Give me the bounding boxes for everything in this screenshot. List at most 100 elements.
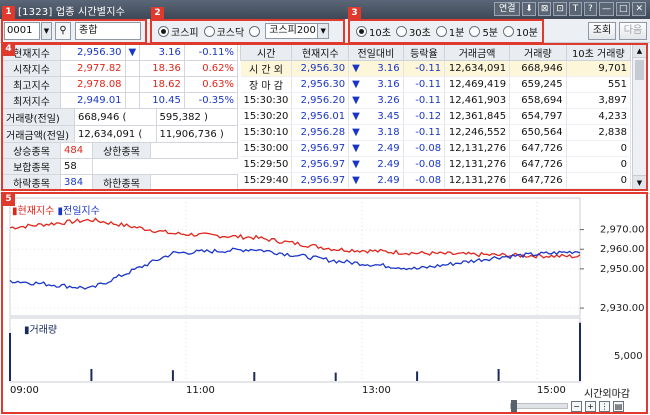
row-volume: 647,726 xyxy=(509,156,567,173)
down-arrow-icon: ▼ xyxy=(352,111,360,122)
summary-arrow xyxy=(124,76,141,93)
table-row[interactable]: 15:30:30 2,956.20 ▼ 3.26 -0.11 12,461,903 658,… xyxy=(240,92,632,109)
settings-icon[interactable]: ▤ xyxy=(613,400,624,412)
time-tick: 15:00 xyxy=(537,385,566,396)
help-icon[interactable]: ? xyxy=(583,2,597,16)
volume-bar xyxy=(579,322,581,381)
summary-row: 최고지수 2,978.08 18.62 0.63% xyxy=(2,76,239,93)
col-10s-volume[interactable]: 10초 거래량 xyxy=(565,44,632,61)
row-time: 시 간 외 xyxy=(240,60,293,77)
table-header-row: 시간 현재지수 전일대비 등락율 거래금액 거래량 10초 거래량 xyxy=(239,44,632,61)
search-icon[interactable]: ⚲ xyxy=(55,22,71,40)
col-volume[interactable]: 거래량 xyxy=(509,44,567,61)
radio-dot xyxy=(435,25,447,37)
row-diff-value: 2.49 xyxy=(377,143,400,154)
minimize-icon[interactable]: — xyxy=(598,2,614,16)
index-select[interactable]: 코스피200 ▼ xyxy=(265,23,330,39)
summary-label: 최고지수 xyxy=(2,76,61,93)
breadth-label-2: 하한종목 xyxy=(92,174,151,191)
zoom-in-icon[interactable]: + xyxy=(585,400,596,412)
table-row[interactable]: 15:29:40 2,956.97 ▼ 2.49 -0.08 12,131,276 647,… xyxy=(240,172,632,189)
volume-value: 668,946 ( xyxy=(74,108,157,126)
row-volume: 668,946 xyxy=(509,60,567,77)
volume-bar xyxy=(253,372,256,381)
row-index: 2,956.97 xyxy=(291,140,350,157)
code-dropdown-button[interactable]: ▼ xyxy=(41,22,52,40)
download-icon[interactable]: ⬇ xyxy=(522,2,536,16)
col-diff[interactable]: 전일대비 xyxy=(348,44,404,61)
table-row[interactable]: 15:30:10 2,956.28 ▼ 3.18 -0.11 12,246,552 650,… xyxy=(240,124,632,141)
down-arrow-icon: ▼ xyxy=(352,127,360,138)
breadth-value-2 xyxy=(150,174,238,191)
badge-4: 4 xyxy=(2,43,15,56)
col-amount[interactable]: 거래금액 xyxy=(444,44,511,61)
slider-knob[interactable] xyxy=(511,400,517,412)
toolbar: 0001 ▼ ⚲ 종합 코스피 코스닥 코스피200 ▼ 10초 30초 1분 … xyxy=(0,19,650,43)
table-scrollbar[interactable]: ▲ ▼ xyxy=(632,44,646,189)
radio-dot xyxy=(469,25,481,37)
row-amount: 12,461,903 xyxy=(444,92,511,109)
query-button[interactable]: 조회 xyxy=(588,22,616,40)
col-index[interactable]: 현재지수 xyxy=(291,44,350,61)
radio-10s[interactable]: 10초 xyxy=(356,24,391,39)
down-arrow-icon: ▼ xyxy=(352,143,360,154)
row-diff-value: 3.26 xyxy=(377,95,400,106)
row-diff-value: 3.18 xyxy=(377,127,400,138)
print-icon[interactable]: ⊠ xyxy=(537,2,552,16)
row-amount: 12,246,552 xyxy=(444,124,511,141)
row-time: 장 마 감 xyxy=(240,76,293,93)
breadth-value: 484 xyxy=(60,142,93,159)
scroll-down-icon[interactable]: ▼ xyxy=(633,175,646,189)
scroll-up-icon[interactable]: ▲ xyxy=(633,44,646,58)
row-10s-volume: 0 xyxy=(566,140,632,157)
zoom-out-icon[interactable]: − xyxy=(571,400,582,412)
row-time: 15:29:40 xyxy=(240,172,293,189)
bar-chart-icon[interactable]: ⋮ xyxy=(599,400,610,412)
amount-value: 12,634,091 ( xyxy=(74,125,157,143)
radio-dot xyxy=(158,25,169,37)
row-diff: ▼ 3.16 xyxy=(348,76,404,93)
intraday-chart[interactable]: 2,970.00 2,960.00 2,950.00 2,930.00 5,000 xyxy=(0,193,650,415)
row-amount: 12,361,845 xyxy=(444,108,511,125)
col-time[interactable]: 시간 xyxy=(239,44,293,61)
index-name-field: 종합 xyxy=(75,22,141,40)
breadth-label: 상승종목 xyxy=(2,142,61,159)
y-tick-label: 2,930.00 xyxy=(600,303,645,314)
zoom-slider[interactable] xyxy=(510,400,568,412)
radio-10m[interactable]: 10분 xyxy=(503,24,538,39)
radio-kosdaq[interactable]: 코스닥 xyxy=(203,24,244,39)
radio-5m[interactable]: 5분 xyxy=(469,24,498,39)
table-row[interactable]: 15:30:20 2,956.01 ▼ 3.45 -0.12 12,361,845 654,… xyxy=(240,108,632,125)
table-row[interactable]: 시 간 외 2,956.30 ▼ 3.16 -0.11 12,634,091 668,946… xyxy=(240,60,632,77)
row-volume: 647,726 xyxy=(509,172,567,189)
volume-panel-frame xyxy=(9,317,581,383)
volume-label: 거래량(전일) xyxy=(2,108,75,126)
table-row[interactable]: 15:29:50 2,956.97 ▼ 2.49 -0.08 12,131,276 647,… xyxy=(240,156,632,173)
scroll-thumb[interactable] xyxy=(635,60,644,80)
row-diff: ▼ 2.49 xyxy=(348,140,404,157)
copy-icon[interactable]: ⊡ xyxy=(553,2,567,16)
radio-kospi[interactable]: 코스피 xyxy=(158,24,199,39)
pin-icon[interactable]: T xyxy=(568,2,582,16)
summary-label: 시작지수 xyxy=(2,60,61,77)
table-row[interactable]: 15:30:00 2,956.97 ▼ 2.49 -0.08 12,131,276 647,… xyxy=(240,140,632,157)
volume-row: 거래량(전일) 668,946 ( 595,382 ) xyxy=(2,108,238,126)
close-icon[interactable]: ✕ xyxy=(632,2,646,16)
col-rate[interactable]: 등락율 xyxy=(402,44,446,61)
radio-30s[interactable]: 30초 xyxy=(395,24,431,39)
summary-pct: 0.63% xyxy=(183,76,239,93)
table-row[interactable]: 장 마 감 2,956.30 ▼ 3.16 -0.11 12,469,419 659,245… xyxy=(240,76,632,93)
next-button[interactable]: 다음 xyxy=(619,22,647,40)
code-input[interactable]: 0001 xyxy=(4,22,40,40)
link-button[interactable]: 연결 xyxy=(494,2,521,16)
row-diff: ▼ 3.16 xyxy=(348,60,404,77)
row-index: 2,956.01 xyxy=(291,108,350,125)
down-arrow-icon: ▼ xyxy=(352,95,360,106)
radio-1m[interactable]: 1분 xyxy=(435,24,464,39)
maximize-icon[interactable]: □ xyxy=(615,2,631,16)
amount-label: 거래금액(전일) xyxy=(2,125,75,143)
radio-label: 30초 xyxy=(408,27,431,39)
radio-index-select[interactable] xyxy=(249,25,261,37)
summary-row: 최저지수 2,949.01 10.45 -0.35% xyxy=(2,92,239,109)
breadth-value: 384 xyxy=(60,174,93,191)
